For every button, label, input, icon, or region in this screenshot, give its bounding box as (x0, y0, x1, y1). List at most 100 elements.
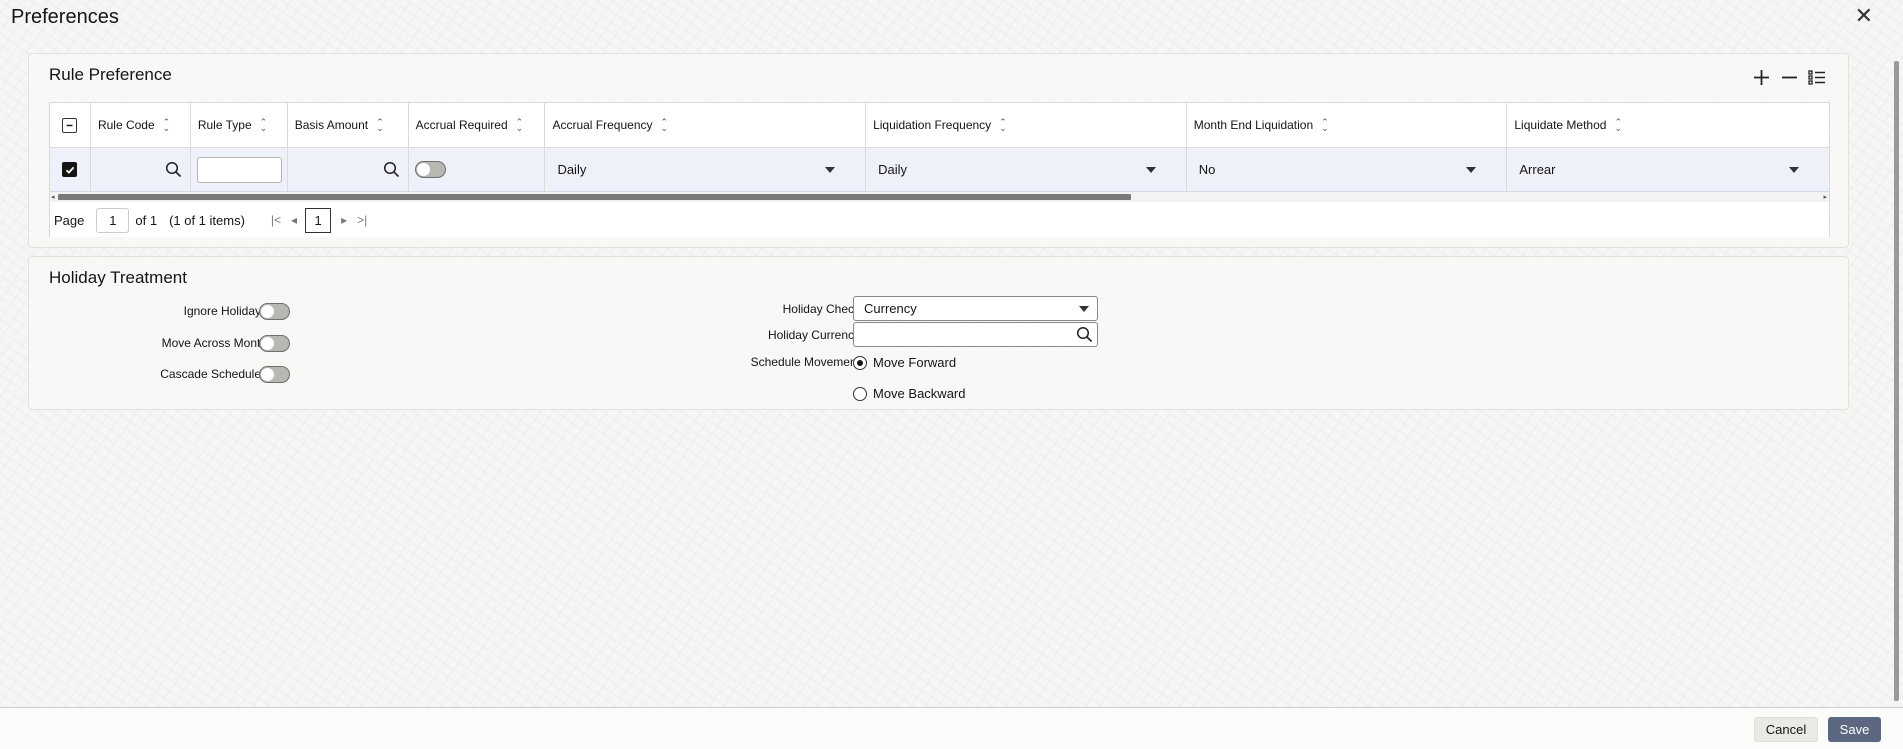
page-count-label: of 1 (135, 212, 158, 228)
liquidation-frequency-value: Daily (878, 162, 907, 177)
horizontal-scrollbar[interactable]: ◂ ▸ (50, 192, 1829, 202)
accrual-frequency-value: Daily (557, 162, 587, 177)
row-select-checkbox[interactable] (62, 162, 78, 177)
remove-row-icon[interactable] (1780, 68, 1798, 86)
search-icon[interactable] (383, 161, 400, 181)
select-all-cell (50, 103, 91, 147)
close-icon[interactable]: ✕ (1855, 4, 1873, 28)
dialog-footer: Cancel Save (0, 707, 1903, 749)
ignore-holidays-toggle[interactable] (259, 303, 290, 320)
move-across-month-label: Move Across Month (161, 336, 267, 350)
column-header-label: Accrual Required (415, 118, 508, 132)
chevron-down-icon (1079, 305, 1089, 312)
scroll-right-icon[interactable]: ▸ (1823, 193, 1827, 201)
previous-page-icon[interactable]: ◂ (291, 213, 297, 227)
accrual-required-cell (409, 148, 546, 191)
rule-code-cell[interactable] (91, 148, 191, 191)
column-header-accrual-required[interactable]: Accrual Required ⌃ ⌄ (409, 103, 546, 147)
holiday-treatment-panel: Holiday Treatment Ignore Holidays Move A… (28, 256, 1849, 410)
dialog-titlebar: Preferences ✕ (0, 0, 1903, 34)
row-select-cell (50, 148, 91, 191)
sort-icon[interactable]: ⌃ ⌄ (1614, 118, 1622, 133)
column-header-month-end-liquidation[interactable]: Month End Liquidation ⌃ ⌄ (1187, 103, 1508, 147)
column-header-label: Liquidation Frequency (873, 118, 992, 132)
table-header-row: Rule Code ⌃ ⌄ Rule Type ⌃ ⌄ Basis Amount ⌃ ⌄ A… (50, 103, 1829, 148)
column-header-label: Month End Liquidation (1193, 118, 1314, 132)
cascade-schedules-toggle[interactable] (259, 366, 290, 383)
sort-icon[interactable]: ⌃ ⌄ (999, 118, 1007, 133)
current-page-button[interactable]: 1 (305, 207, 332, 233)
select-all-checkbox[interactable] (62, 117, 78, 133)
rule-preference-panel: Rule Preference Rule Code ⌃ ⌄ Rule Type ⌃ ⌄ … (28, 53, 1849, 248)
accrual-frequency-select[interactable]: Daily (545, 148, 865, 191)
holiday-treatment-title: Holiday Treatment (49, 268, 187, 287)
column-header-liquidate-method[interactable]: Liquidate Method ⌃ ⌄ (1507, 103, 1829, 147)
radio-selected-icon (853, 355, 867, 370)
chevron-down-icon (1145, 166, 1156, 173)
month-end-liquidation-value: No (1198, 162, 1216, 177)
next-page-icon[interactable]: ▸ (341, 213, 347, 227)
single-record-view-icon[interactable] (1808, 68, 1826, 86)
search-icon[interactable] (165, 161, 182, 181)
move-backward-radio[interactable]: Move Backward (853, 386, 965, 401)
dialog-title: Preferences (11, 5, 119, 28)
vertical-scrollbar[interactable] (1892, 51, 1902, 707)
sort-icon[interactable]: ⌃ ⌄ (516, 118, 524, 133)
holiday-check-select[interactable]: Currency (853, 296, 1098, 321)
ignore-holidays-label: Ignore Holidays (183, 304, 267, 318)
vertical-scroll-thumb[interactable] (1894, 61, 1899, 701)
liquidate-method-select[interactable]: Arrear (1507, 148, 1829, 191)
accrual-frequency-cell: Daily (545, 148, 867, 191)
page-number-input[interactable]: 1 (96, 207, 130, 233)
move-forward-radio[interactable]: Move Forward (853, 355, 956, 370)
basis-amount-cell[interactable] (288, 148, 409, 191)
liquidate-method-cell: Arrear (1507, 148, 1829, 191)
column-header-label: Rule Type (197, 118, 252, 132)
rule-preference-table: Rule Code ⌃ ⌄ Rule Type ⌃ ⌄ Basis Amount ⌃ ⌄ A… (49, 102, 1830, 237)
radio-unselected-icon (853, 386, 867, 401)
rule-type-cell (191, 148, 288, 191)
save-button[interactable]: Save (1828, 717, 1881, 742)
accrual-required-toggle[interactable] (414, 161, 446, 178)
chevron-down-icon (825, 166, 836, 173)
month-end-liquidation-cell: No (1187, 148, 1508, 191)
pagination: Page 1 of 1 (1 of 1 items) |< ◂ 1 ▸ >| (50, 203, 1829, 237)
holiday-currency-label: Holiday Currency (767, 328, 860, 342)
liquidation-frequency-cell: Daily (866, 148, 1187, 191)
holiday-check-value: Currency (864, 301, 917, 316)
move-across-month-toggle[interactable] (259, 335, 290, 352)
chevron-down-icon (1789, 166, 1799, 173)
sort-icon[interactable]: ⌃ ⌄ (260, 118, 268, 133)
move-backward-label: Move Backward (873, 386, 966, 401)
liquidate-method-value: Arrear (1519, 162, 1556, 177)
cascade-schedules-label: Cascade Schedules (160, 367, 267, 381)
page-label: Page (54, 212, 85, 228)
chevron-down-icon (1466, 166, 1477, 173)
liquidation-frequency-select[interactable]: Daily (866, 148, 1186, 191)
column-header-rule-code[interactable]: Rule Code ⌃ ⌄ (91, 103, 191, 147)
column-header-rule-type[interactable]: Rule Type ⌃ ⌄ (191, 103, 288, 147)
last-page-icon[interactable]: >| (357, 213, 367, 227)
schedule-movement-label: Schedule Movement (750, 355, 860, 369)
column-header-accrual-frequency[interactable]: Accrual Frequency ⌃ ⌄ (545, 103, 867, 147)
column-header-liquidation-frequency[interactable]: Liquidation Frequency ⌃ ⌄ (866, 103, 1187, 147)
rule-type-input[interactable] (196, 156, 282, 183)
sort-icon[interactable]: ⌃ ⌄ (661, 118, 669, 133)
holiday-check-label: Holiday Check (782, 302, 860, 316)
search-icon[interactable] (1076, 326, 1093, 346)
horizontal-scroll-thumb[interactable] (58, 194, 1131, 200)
sort-icon[interactable]: ⌃ ⌄ (163, 118, 171, 133)
cancel-button[interactable]: Cancel (1754, 717, 1818, 742)
table-row[interactable]: Daily Daily No Arrear (50, 148, 1829, 192)
holiday-currency-input[interactable] (853, 322, 1098, 347)
month-end-liquidation-select[interactable]: No (1187, 148, 1507, 191)
scroll-left-icon[interactable]: ◂ (51, 193, 55, 201)
sort-icon[interactable]: ⌃ ⌄ (376, 118, 384, 133)
items-count-label: (1 of 1 items) (169, 212, 245, 228)
column-header-label: Liquidate Method (1514, 118, 1607, 132)
first-page-icon[interactable]: |< (271, 213, 281, 227)
column-header-basis-amount[interactable]: Basis Amount ⌃ ⌄ (288, 103, 409, 147)
sort-icon[interactable]: ⌃ ⌄ (1321, 118, 1329, 133)
add-row-icon[interactable] (1752, 68, 1770, 86)
column-header-label: Rule Code (97, 118, 155, 132)
